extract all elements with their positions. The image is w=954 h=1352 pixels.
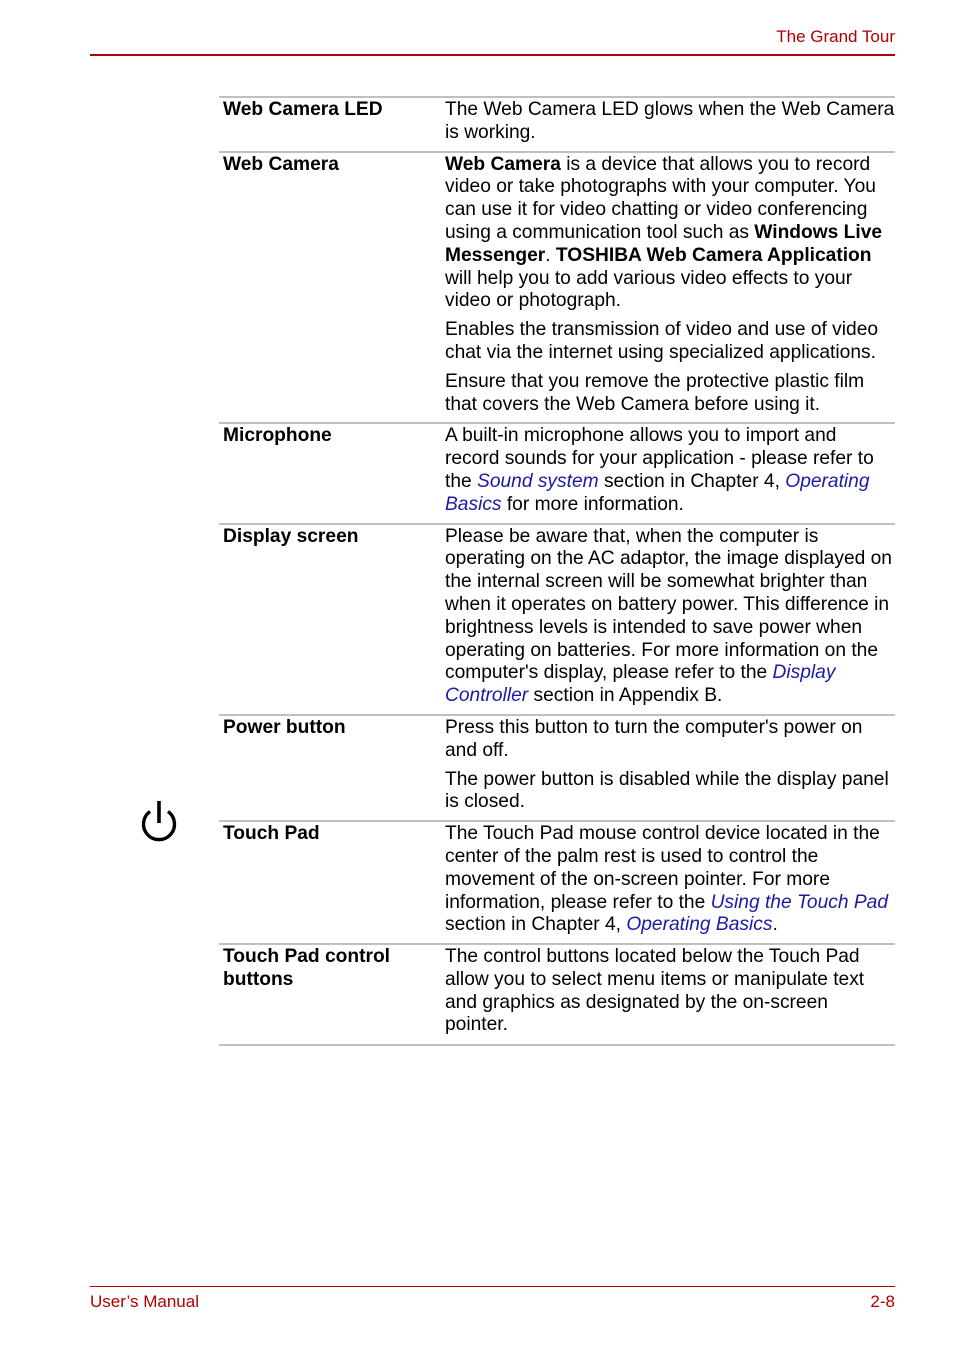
description-paragraph: Please be aware that, when the computer …	[445, 526, 895, 708]
page-header: The Grand Tour	[90, 0, 895, 56]
row-term: Display screen	[223, 525, 359, 547]
text-run: Please be aware that, when the computer …	[445, 525, 892, 684]
manual-title: User’s Manual	[90, 1292, 199, 1311]
table-row: Web Camera Web Camera is a device that a…	[219, 150, 895, 423]
text-run: Ensure that you remove the protective pl…	[445, 370, 865, 415]
emphasized-term: Web Camera	[445, 153, 561, 175]
row-description: The control buttons located below the To…	[445, 945, 895, 1037]
row-term: Microphone	[223, 425, 332, 447]
row-description: Please be aware that, when the computer …	[445, 525, 895, 708]
text-run: section in Chapter 4,	[445, 914, 627, 936]
table-row: Power button Press this button to turn t…	[219, 713, 895, 820]
power-icon	[139, 799, 179, 845]
table-row: Web Camera LED The Web Camera LED glows …	[219, 96, 895, 151]
text-run: Press this button to turn the computer's…	[445, 716, 863, 761]
description-paragraph: The Touch Pad mouse control device locat…	[445, 823, 895, 937]
row-description: Web Camera is a device that allows you t…	[445, 153, 895, 417]
table-row: Touch Pad The Touch Pad mouse control de…	[219, 820, 895, 943]
row-term: Touch Pad	[223, 823, 320, 845]
text-run: section in Chapter 4,	[598, 470, 786, 492]
page-number: 2-8	[870, 1292, 895, 1311]
row-term: Web Camera	[223, 153, 339, 175]
row-description: The Touch Pad mouse control device locat…	[445, 822, 895, 937]
table-row: Microphone A built-in microphone allows …	[219, 422, 895, 522]
row-term: Power button	[223, 716, 346, 738]
chapter-title: The Grand Tour	[776, 27, 895, 46]
page-footer: User’s Manual 2-8	[90, 1286, 895, 1317]
text-run: Enables the transmission of video and us…	[445, 319, 879, 363]
text-run: for more information.	[501, 493, 684, 515]
text-run: will help you to add various video effec…	[445, 267, 853, 312]
cross-reference-link[interactable]: Operating Basics	[626, 914, 772, 935]
row-description: A built-in microphone allows you to impo…	[445, 424, 895, 516]
row-description: The Web Camera LED glows when the Web Ca…	[445, 98, 895, 145]
description-paragraph: The control buttons located below the To…	[445, 946, 895, 1037]
description-paragraph: The Web Camera LED glows when the Web Ca…	[445, 99, 895, 145]
text-run: section in Appendix B.	[528, 685, 723, 707]
text-run: The Web Camera LED glows when the Web Ca…	[445, 99, 895, 143]
description-paragraph: Ensure that you remove the protective pl…	[445, 371, 895, 417]
cross-reference-link[interactable]: Sound system	[477, 471, 599, 492]
emphasized-term: TOSHIBA Web Camera Application	[555, 244, 872, 266]
description-paragraph: Web Camera is a device that allows you t…	[445, 154, 895, 314]
text-run: .	[772, 914, 778, 936]
row-term: Web Camera LED	[223, 99, 383, 120]
description-paragraph: Press this button to turn the computer's…	[445, 717, 895, 763]
cross-reference-link[interactable]: Using the Touch Pad	[711, 892, 888, 913]
description-paragraph: A built-in microphone allows you to impo…	[445, 425, 895, 516]
feature-table: Web Camera LED The Web Camera LED glows …	[219, 96, 895, 1047]
row-term: Touch Pad control buttons	[223, 946, 390, 990]
table-row: Display screen Please be aware that, whe…	[219, 522, 895, 714]
table-row: Touch Pad control buttons The control bu…	[219, 943, 895, 1047]
text-run: The control buttons located below the To…	[445, 946, 865, 1036]
description-paragraph: The power button is disabled while the d…	[445, 769, 895, 815]
description-paragraph: Enables the transmission of video and us…	[445, 319, 895, 365]
row-description: Press this button to turn the computer's…	[445, 716, 895, 814]
text-run: .	[545, 244, 556, 266]
text-run: The power button is disabled while the d…	[445, 768, 889, 813]
